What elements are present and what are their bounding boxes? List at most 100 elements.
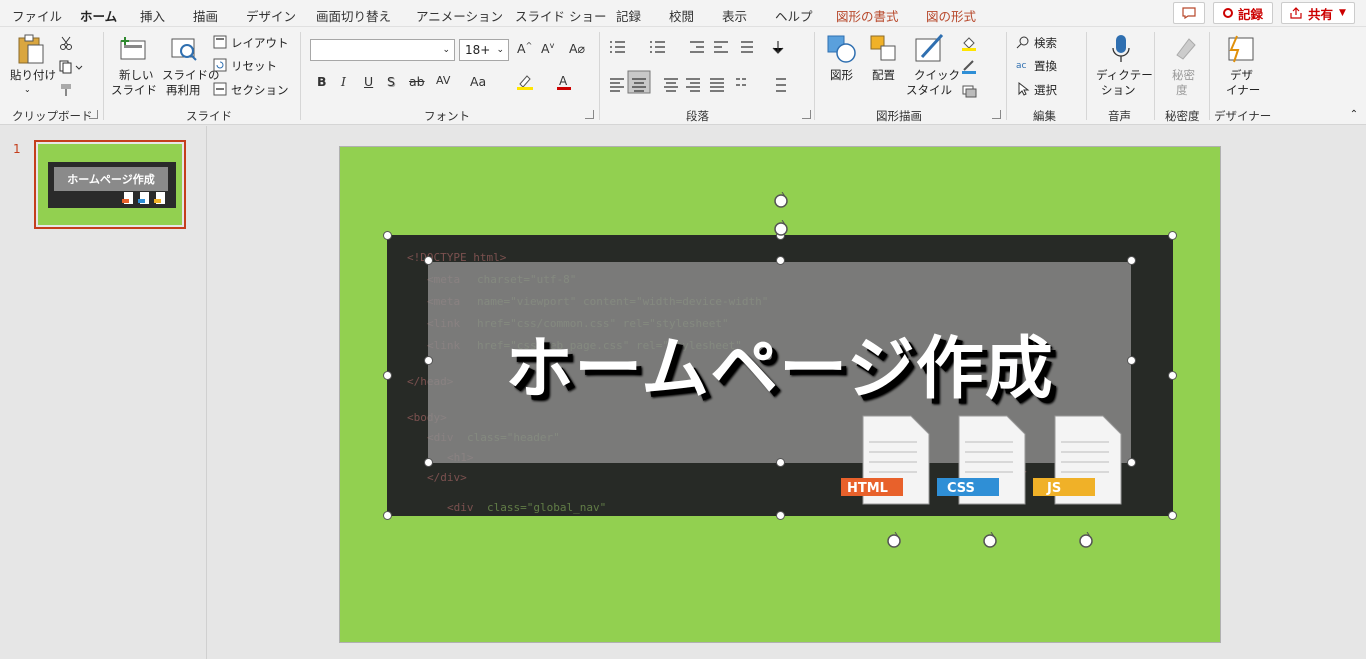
reuse-slides-label-2[interactable]: 再利用 [166, 83, 201, 97]
new-slide-label-2[interactable]: スライド [111, 83, 157, 97]
section-label[interactable]: セクション [231, 83, 289, 97]
sensitivity-label-2[interactable]: 度 [1176, 83, 1188, 97]
file-icons-group[interactable]: HTML CSS JS [833, 408, 1143, 514]
tab-design[interactable]: デザイン [246, 6, 296, 25]
arrange-icon[interactable] [868, 33, 900, 65]
find-label[interactable]: 検索 [1034, 36, 1057, 50]
cursor-icon[interactable] [1016, 82, 1030, 96]
js-file-icon[interactable]: JS [1033, 415, 1122, 505]
rotate-handle-icon[interactable] [772, 220, 790, 238]
resize-handle-bottom-right[interactable] [1168, 511, 1177, 520]
microphone-icon[interactable] [1108, 33, 1134, 65]
dictate-label-1[interactable]: ディクテー [1096, 68, 1153, 82]
resize-handle-title-right[interactable] [1127, 356, 1136, 365]
paragraph-tools[interactable] [606, 39, 806, 103]
tab-animations[interactable]: アニメーション [416, 6, 503, 25]
font-launcher-icon[interactable] [585, 110, 594, 119]
change-case-button[interactable]: Aa [470, 74, 486, 89]
rotate-handle-icon[interactable] [981, 532, 999, 550]
quick-styles-label-1[interactable]: クイック [914, 68, 960, 82]
copy-icon[interactable] [58, 59, 84, 75]
section-icon[interactable] [213, 82, 227, 96]
designer-icon[interactable] [1224, 33, 1256, 65]
sensitivity-icon[interactable] [1170, 33, 1200, 65]
arrange-label[interactable]: 配置 [872, 68, 895, 82]
tab-file[interactable]: ファイル [12, 6, 62, 25]
rotate-handle-icon[interactable] [885, 532, 903, 550]
tab-record[interactable]: 記録 [616, 6, 641, 25]
reuse-slides-label-1[interactable]: スライドの [162, 68, 220, 82]
shape-effects-icon[interactable] [961, 82, 977, 98]
resize-handle-right[interactable] [1168, 371, 1177, 380]
designer-label-2[interactable]: イナー [1226, 83, 1260, 97]
format-painter-icon[interactable] [58, 82, 74, 98]
resize-handle-title-left[interactable] [424, 356, 433, 365]
strikethrough-button[interactable]: ab [409, 74, 425, 89]
resize-handle-top-right[interactable] [1168, 231, 1177, 240]
resize-handle-bottom-left[interactable] [383, 511, 392, 520]
tab-shape-format[interactable]: 図形の書式 [836, 6, 899, 25]
quick-styles-label-2[interactable]: スタイル [906, 83, 952, 97]
resize-handle-title-top-right[interactable] [1127, 256, 1136, 265]
html-file-icon[interactable]: HTML [841, 415, 930, 505]
tab-insert[interactable]: 挿入 [140, 6, 165, 25]
layout-icon[interactable] [213, 35, 227, 49]
quick-styles-icon[interactable] [914, 33, 946, 65]
tab-slideshow[interactable]: スライド ショー [515, 6, 606, 25]
layout-label[interactable]: レイアウト [231, 36, 289, 50]
resize-handle-title-bottom[interactable] [776, 458, 785, 467]
replace-label[interactable]: 置換 [1034, 59, 1057, 73]
share-button[interactable]: 共有 ▼ [1281, 2, 1355, 24]
shape-outline-icon[interactable] [961, 58, 977, 74]
shape-fill-icon[interactable] [961, 35, 977, 51]
tab-transitions[interactable]: 画面切り替え [316, 6, 391, 25]
comments-button[interactable] [1173, 2, 1205, 24]
resize-handle-bottom[interactable] [776, 511, 785, 520]
cut-icon[interactable] [58, 35, 74, 51]
tab-view[interactable]: 表示 [722, 6, 747, 25]
reuse-slides-icon[interactable] [170, 35, 198, 63]
shapes-icon[interactable] [826, 33, 858, 65]
tab-help[interactable]: ヘルプ [775, 6, 813, 25]
select-label[interactable]: 選択 [1034, 83, 1057, 97]
shapes-label[interactable]: 図形 [830, 68, 853, 82]
designer-label-1[interactable]: デザ [1230, 68, 1253, 82]
resize-handle-title-top-left[interactable] [424, 256, 433, 265]
resize-handle-top-left[interactable] [383, 231, 392, 240]
underline-button[interactable]: U [364, 74, 373, 89]
dictate-label-2[interactable]: ション [1101, 83, 1136, 97]
replace-icon[interactable]: ac [1016, 58, 1030, 72]
tab-picture-format[interactable]: 図の形式 [926, 6, 976, 25]
font-name-input[interactable]: ⌄ [310, 39, 455, 61]
paste-dropdown-icon[interactable]: ⌄ [24, 83, 31, 97]
sensitivity-label-1[interactable]: 秘密 [1172, 68, 1195, 82]
character-spacing-button[interactable]: AV [436, 74, 450, 87]
drawing-launcher-icon[interactable] [992, 110, 1001, 119]
css-file-icon[interactable]: CSS [937, 415, 1026, 505]
new-slide-label-1[interactable]: 新しい [119, 68, 154, 82]
paragraph-launcher-icon[interactable] [802, 110, 811, 119]
tab-draw[interactable]: 描画 [193, 6, 218, 25]
rotate-handle-icon[interactable] [772, 192, 790, 210]
shrink-font-icon[interactable]: Av [541, 41, 554, 56]
rotate-handle-icon[interactable] [1077, 532, 1095, 550]
resize-handle-title-top[interactable] [776, 256, 785, 265]
font-color-icon[interactable]: A [556, 73, 572, 91]
search-icon[interactable] [1016, 35, 1030, 49]
collapse-ribbon-icon[interactable]: ⌃ [1348, 109, 1360, 120]
grow-font-icon[interactable]: A^ [517, 41, 532, 56]
reset-label[interactable]: リセット [231, 59, 277, 73]
resize-handle-title-bottom-right[interactable] [1127, 458, 1136, 467]
highlight-color-icon[interactable] [515, 73, 535, 91]
resize-handle-title-bottom-left[interactable] [424, 458, 433, 467]
paste-label[interactable]: 貼り付け [10, 68, 56, 82]
slide-thumbnail[interactable]: ホームページ作成 [34, 140, 186, 229]
tab-review[interactable]: 校閲 [669, 6, 694, 25]
shadow-button[interactable]: S [387, 74, 395, 89]
clipboard-launcher-icon[interactable] [89, 110, 98, 119]
font-size-input[interactable]: 18+ ⌄ [459, 39, 509, 61]
clear-formatting-icon[interactable]: A⌀ [569, 41, 585, 56]
new-slide-icon[interactable] [119, 35, 147, 63]
record-button[interactable]: 記録 [1213, 2, 1273, 24]
bold-button[interactable]: B [317, 74, 327, 89]
